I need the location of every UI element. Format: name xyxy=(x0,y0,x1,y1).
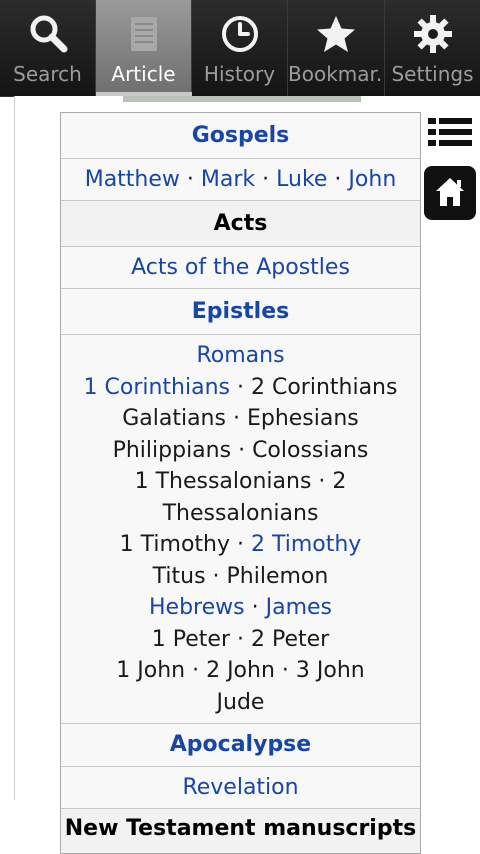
hebrews-link[interactable]: Hebrews xyxy=(149,595,245,620)
1-corinthians-link[interactable]: 1 Corinthians xyxy=(84,375,230,400)
philippians-text: Philippians xyxy=(112,437,232,463)
1-peter-text: 1 Peter xyxy=(151,626,230,652)
separator: · xyxy=(205,563,227,589)
acts-heading: Acts xyxy=(61,200,420,246)
colossians-text: Colossians xyxy=(252,437,369,463)
action-bar: Search Article History Bookmar.. Setting… xyxy=(0,0,480,97)
galatians-text: Galatians xyxy=(122,406,226,431)
separator: · xyxy=(255,167,277,192)
separator: · xyxy=(225,406,247,431)
apocalypse-link[interactable]: Apocalypse xyxy=(170,732,311,757)
gospels-link[interactable]: Gospels xyxy=(192,123,290,148)
luke-link[interactable]: Luke xyxy=(276,167,327,192)
1-john-text: 1 John xyxy=(116,658,186,683)
gear-icon xyxy=(413,15,452,53)
separator: · xyxy=(230,374,251,400)
separator: · xyxy=(185,658,207,683)
ephesians-text: Ephesians xyxy=(246,406,359,431)
titus-text: Titus xyxy=(152,563,206,589)
separator: · xyxy=(244,595,266,620)
tab-article-label: Article xyxy=(111,62,176,86)
apocalypse-list: Revelation xyxy=(61,766,420,808)
star-icon xyxy=(317,16,355,52)
acts-of-the-apostles-link[interactable]: Acts of the Apostles xyxy=(131,255,350,280)
john-link[interactable]: John xyxy=(348,167,396,192)
2-peter-text: 2 Peter xyxy=(250,626,330,652)
separator: · xyxy=(327,167,349,192)
mark-link[interactable]: Mark xyxy=(201,167,255,192)
tab-search-label: Search xyxy=(13,62,82,86)
1-thessalonians-text: 1 Thessalonians xyxy=(134,469,312,494)
table-of-contents-icon[interactable] xyxy=(428,110,472,154)
2-timothy-link[interactable]: 2 Timothy xyxy=(251,532,361,557)
tab-bookmarks-label: Bookmar.. xyxy=(288,62,384,86)
gospels-heading[interactable]: Gospels xyxy=(61,113,420,158)
gospels-list: Matthew · Mark · Luke · John xyxy=(61,158,420,200)
home-button[interactable] xyxy=(424,166,476,220)
separator: · xyxy=(179,167,201,192)
separator: · xyxy=(311,469,333,494)
tab-bookmarks[interactable]: Bookmar.. xyxy=(288,0,385,96)
apocalypse-heading[interactable]: Apocalypse xyxy=(61,723,420,766)
new-testament-navbox: Gospels Matthew · Mark · Luke · John Act… xyxy=(60,112,421,854)
clock-icon xyxy=(221,16,258,52)
tab-search[interactable]: Search xyxy=(0,0,96,96)
tab-settings[interactable]: Settings xyxy=(385,0,480,96)
separator: · xyxy=(231,437,253,463)
epistles-heading[interactable]: Epistles xyxy=(61,288,420,334)
2-john-text: 2 John xyxy=(206,658,275,683)
tab-settings-label: Settings xyxy=(391,62,474,86)
search-icon xyxy=(30,15,67,53)
epistles-link[interactable]: Epistles xyxy=(192,299,290,324)
tab-history[interactable]: History xyxy=(192,0,288,96)
tab-history-label: History xyxy=(203,62,276,86)
romans-link[interactable]: Romans xyxy=(196,343,284,368)
tab-article[interactable]: Article xyxy=(96,0,192,96)
home-icon xyxy=(436,178,464,206)
matthew-link[interactable]: Matthew xyxy=(85,167,180,192)
manuscripts-heading: New Testament manuscripts xyxy=(61,808,420,853)
acts-list: Acts of the Apostles xyxy=(61,246,420,288)
epistles-list: Romans 1 Corinthians · 2 Corinthians Gal… xyxy=(61,334,420,723)
1-timothy-text: 1 Timothy xyxy=(119,532,230,557)
separator: · xyxy=(230,626,251,652)
article-image-edge xyxy=(123,96,361,102)
3-john-text: 3 John xyxy=(295,658,365,683)
2-corinthians-text: 2 Corinthians xyxy=(250,374,398,400)
article-icon xyxy=(130,17,157,51)
separator: · xyxy=(274,658,296,683)
revelation-link[interactable]: Revelation xyxy=(182,775,298,800)
article-content[interactable]: Gospels Matthew · Mark · Luke · John Act… xyxy=(14,96,421,854)
separator: · xyxy=(230,532,251,557)
jude-text: Jude xyxy=(216,689,265,715)
james-link[interactable]: James xyxy=(266,595,332,620)
philemon-text: Philemon xyxy=(226,563,329,589)
